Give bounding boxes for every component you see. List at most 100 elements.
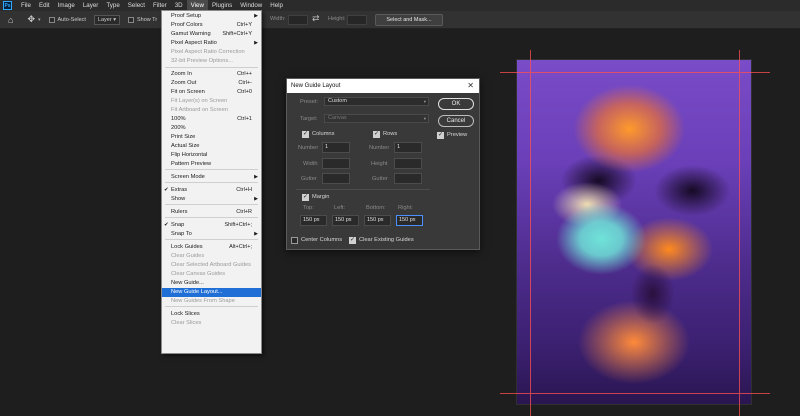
view-menu-200[interactable]: 200% [162,124,261,133]
shortcut-label: Alt+Ctrl+; [229,244,252,250]
move-icon[interactable]: ✥ [27,14,35,25]
menu-separator [165,169,258,170]
menu-separator [165,239,258,240]
face-photo[interactable] [517,60,751,404]
shortcut-label: Ctrl+0 [237,89,252,95]
center-columns-checkbox[interactable] [291,237,298,244]
view-menu-clear-selected-artboard-guides[interactable]: Clear Selected Artboard Guides [162,261,261,270]
menu-separator [165,182,258,183]
submenu-arrow-icon: ▶ [254,40,258,46]
view-menu-lock-slices[interactable]: Lock Slices [162,310,261,319]
rows-number-field[interactable]: 1 [394,142,422,153]
view-menu-pixel-aspect-ratio[interactable]: Pixel Aspect Ratio ▶ [162,39,261,48]
target-select[interactable]: Canvas ▾ [324,114,429,123]
menu-separator [165,217,258,218]
view-menu-zoom-out[interactable]: Zoom Out Ctrl+- [162,79,261,88]
columns-number-field[interactable]: 1 [322,142,350,153]
menu-image[interactable]: Image [54,0,79,11]
margin-right-label: Right: [398,205,413,211]
columns-width-field[interactable] [322,158,350,169]
columns-width-label: Width [303,161,318,167]
view-menu-snap[interactable]: Snap ✔ Shift+Ctrl+; [162,221,261,230]
view-menu-clear-guides[interactable]: Clear Guides [162,252,261,261]
columns-checkbox[interactable]: ✓ [302,131,309,138]
clear-guides-label: Clear Existing Guides [359,237,414,243]
view-menu-actual-size[interactable]: Actual Size [162,142,261,151]
menu-layer[interactable]: Layer [79,0,102,11]
height-field[interactable] [347,15,367,25]
dialog-title: New Guide Layout [287,79,479,93]
view-menu-lock-guides[interactable]: Lock Guides Alt+Ctrl+; [162,243,261,252]
layer-select[interactable]: Layer ▾ [93,14,120,25]
divider [296,189,430,190]
chevron-down-icon[interactable]: ▾ [38,17,41,23]
margin-bottom-field[interactable]: 150 px [364,215,391,226]
columns-gutter-field[interactable] [322,173,350,184]
rows-checkbox[interactable]: ✓ [373,131,380,138]
menu-edit[interactable]: Edit [35,0,54,11]
rows-number-label: Number [369,145,390,151]
target-label: Target: [300,116,318,122]
view-menu-extras[interactable]: Extras ✔ Ctrl+H [162,186,261,195]
shortcut-label: Ctrl+Y [236,22,252,28]
home-icon[interactable]: ⌂ [8,15,13,25]
view-menu-new-guide-layout[interactable]: New Guide Layout... [162,288,261,297]
ok-button[interactable]: OK [438,98,474,110]
rows-gutter-field[interactable] [394,173,422,184]
margin-right-field[interactable]: 150 px [396,215,423,226]
select-and-mask-button[interactable]: Select and Mask... [375,14,443,26]
view-menu-new-guide[interactable]: New Guide... [162,279,261,288]
menu-file[interactable]: File [17,0,35,11]
view-menu-clear-slices[interactable]: Clear Slices [162,319,261,328]
preset-select[interactable]: Custom ▾ [324,97,429,106]
view-menu-flip-horizontal[interactable]: Flip Horizontal [162,151,261,160]
margin-left-field[interactable]: 150 px [332,215,359,226]
view-menu-proof-setup[interactable]: Proof Setup ▶ [162,12,261,21]
height-label: Height: [328,16,346,22]
view-menu-100[interactable]: 100% Ctrl+1 [162,115,261,124]
view-menu-print-size[interactable]: Print Size [162,133,261,142]
guide-top[interactable] [500,72,770,73]
margin-top-field[interactable]: 150 px [300,215,327,226]
view-menu-clear-canvas-guides[interactable]: Clear Canvas Guides [162,270,261,279]
swap-icon[interactable]: ⇄ [312,13,320,24]
view-menu-fit-artboard-on-screen[interactable]: Fit Artboard on Screen [162,106,261,115]
view-menu-new-guides-from-shape[interactable]: New Guides From Shape [162,297,261,306]
show-transform-label: Show Tr [137,16,158,23]
clear-guides-checkbox[interactable]: ✓ [349,237,356,244]
view-menu-32-bit-preview-options[interactable]: 32-bit Preview Options... [162,57,261,66]
view-menu-fit-on-screen[interactable]: Fit on Screen Ctrl+0 [162,88,261,97]
view-menu-rulers[interactable]: Rulers Ctrl+R [162,208,261,217]
guide-right[interactable] [739,50,740,416]
shortcut-label: Shift+Ctrl+; [224,222,252,228]
view-menu-pixel-aspect-ratio-correction[interactable]: Pixel Aspect Ratio Correction [162,48,261,57]
view-menu-gamut-warning[interactable]: Gamut Warning Shift+Ctrl+Y [162,30,261,39]
view-menu-show[interactable]: Show ▶ [162,195,261,204]
preview-checkbox[interactable]: ✓ [437,132,444,139]
view-menu-pattern-preview[interactable]: Pattern Preview [162,160,261,169]
view-menu-fit-layer-s-on-screen[interactable]: Fit Layer(s) on Screen [162,97,261,106]
submenu-arrow-icon: ▶ [254,13,258,19]
preview-label: Preview [447,132,468,138]
rows-label: Rows [383,131,398,137]
guide-left[interactable] [530,50,531,416]
close-icon[interactable]: ✕ [467,79,474,93]
checkmark-icon: ✔ [164,187,169,193]
view-menu-zoom-in[interactable]: Zoom In Ctrl++ [162,70,261,79]
guide-bottom[interactable] [500,393,770,394]
cancel-button[interactable]: Cancel [438,115,474,127]
width-field[interactable] [288,15,308,25]
menu-bar: Ps File Edit Image Layer Type Select Filter 3D V… [0,0,800,11]
view-menu-screen-mode[interactable]: Screen Mode ▶ [162,173,261,182]
photoshop-logo[interactable]: Ps [3,1,12,10]
show-transform-checkbox[interactable] [128,16,134,23]
rows-height-field[interactable] [394,158,422,169]
view-menu-snap-to[interactable]: Snap To ▶ [162,230,261,239]
auto-select-checkbox[interactable] [48,16,55,23]
menu-type[interactable]: Type [102,0,123,11]
menu-select[interactable]: Select [124,0,149,11]
view-menu-proof-colors[interactable]: Proof Colors Ctrl+Y [162,21,261,30]
margin-checkbox[interactable]: ✓ [302,194,309,201]
menu-help[interactable]: Help [266,0,287,11]
rows-height-label: Height [371,161,388,167]
